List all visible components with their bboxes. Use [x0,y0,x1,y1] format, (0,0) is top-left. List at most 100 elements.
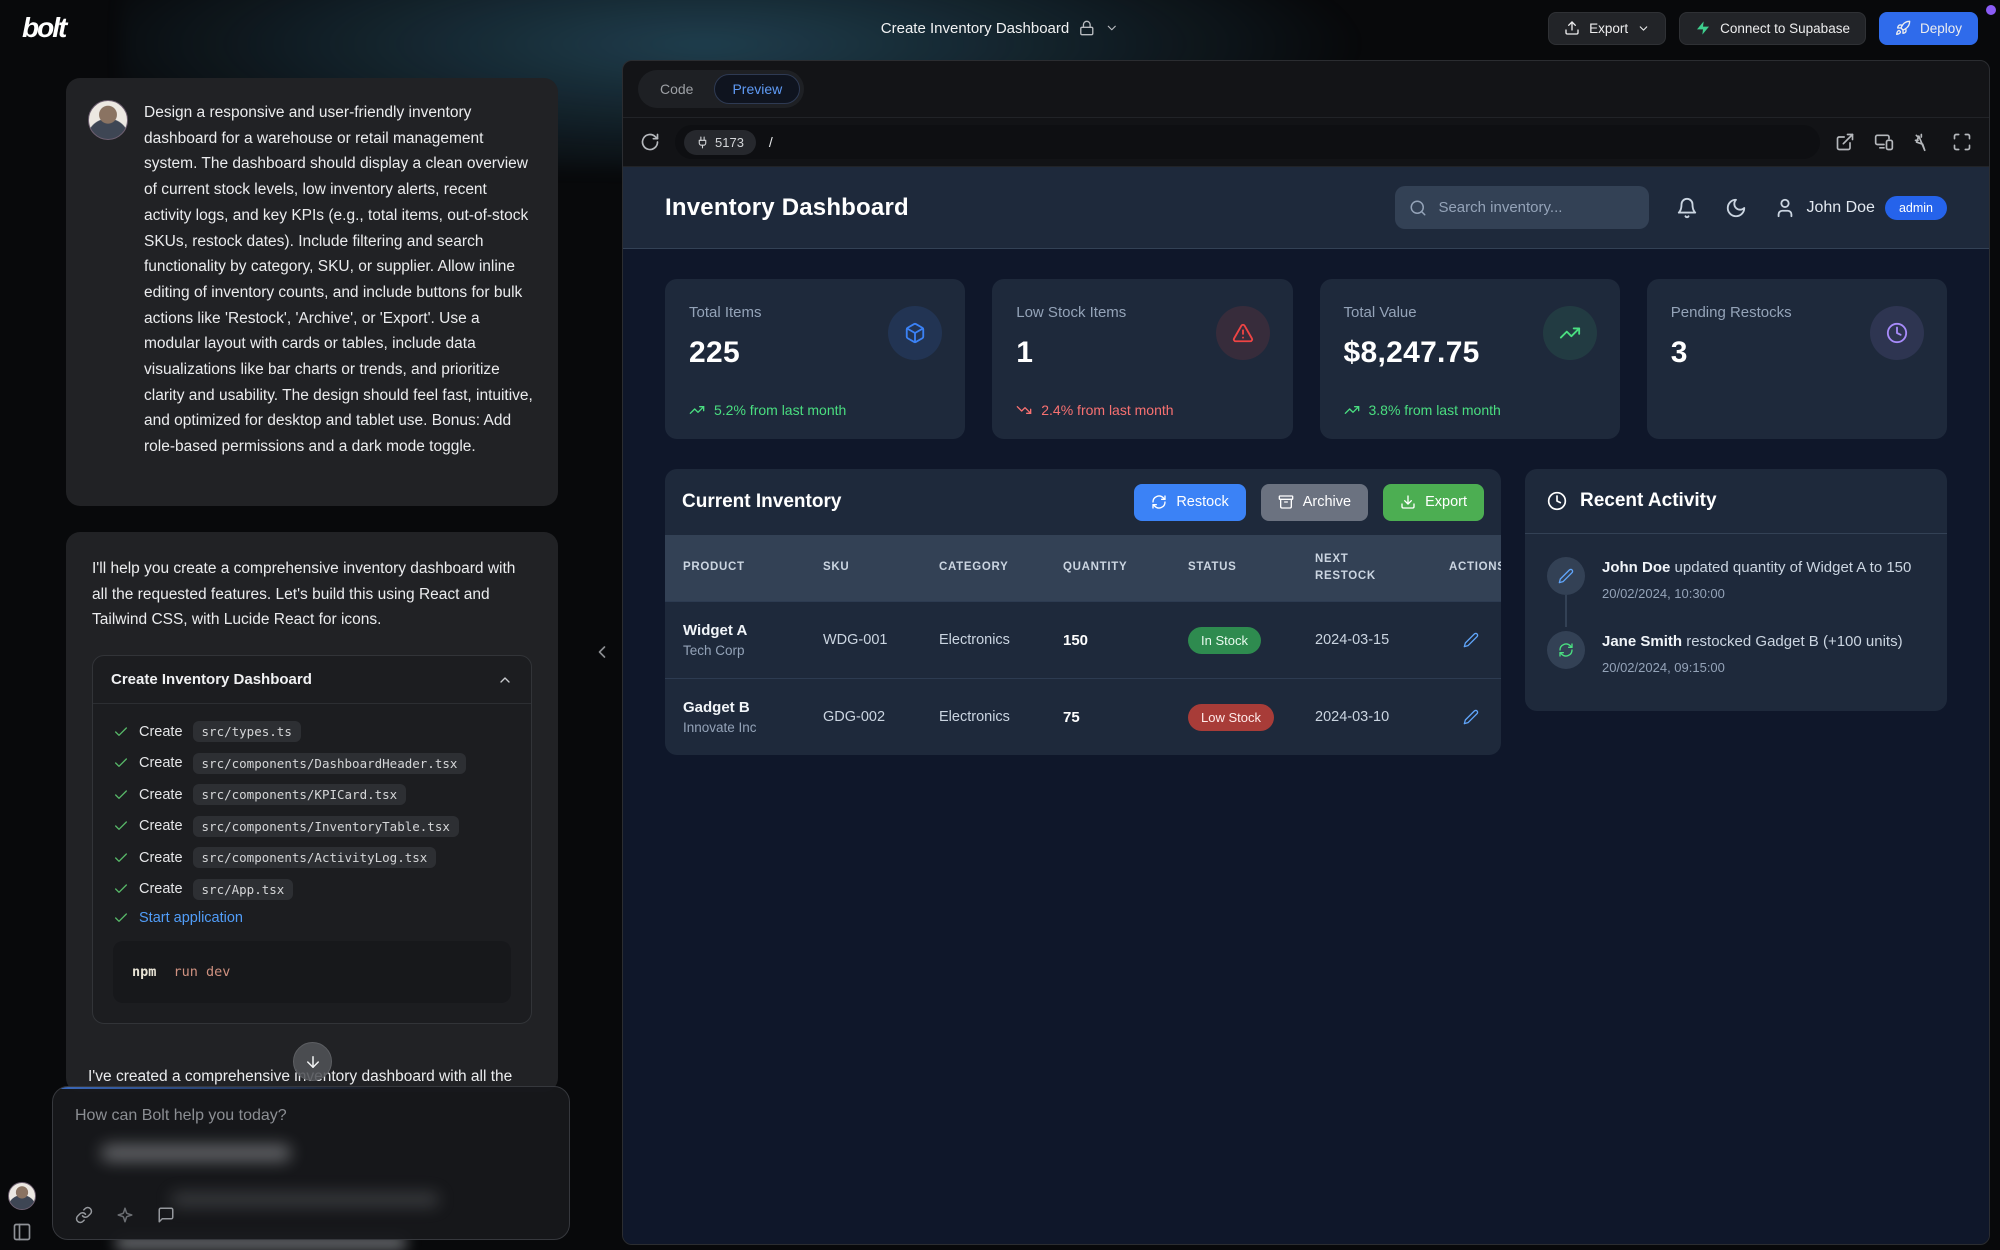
kpi-trend: 2.4% from last month [1016,402,1173,418]
responsive-devices-icon[interactable] [1874,132,1894,152]
table-row[interactable]: Widget A Tech Corp WDG-001 Electronics 1… [665,601,1501,678]
deploy-button[interactable]: Deploy [1879,12,1978,45]
file-row: Create src/components/KPICard.tsx [113,784,511,805]
file-path[interactable]: src/types.ts [193,721,301,742]
notification-dot [1986,5,1996,15]
sidebar-toggle-icon[interactable] [12,1222,32,1242]
account-avatar[interactable] [8,1182,36,1210]
edit-row-button[interactable] [1463,632,1483,648]
file-path[interactable]: src/components/KPICard.tsx [193,784,407,805]
chat-bubble-icon[interactable] [157,1206,175,1224]
edit-row-button[interactable] [1463,709,1483,725]
inventory-card-header: Current Inventory Restock Archive [665,469,1501,535]
chevron-down-icon [1637,22,1650,35]
user-message-text: Design a responsive and user-friendly in… [144,100,536,484]
open-in-new-tab-icon[interactable] [1835,132,1855,152]
scroll-to-bottom-button[interactable] [293,1042,332,1081]
arrow-down-icon [304,1053,322,1071]
view-tabs: Code Preview [623,61,1989,118]
bulk-actions: Restock Archive Export [1134,484,1484,521]
check-icon [113,818,129,834]
topbar: bolt Create Inventory Dashboard Export C… [0,0,2000,56]
task-card-title: Create Inventory Dashboard [111,671,312,688]
link-icon[interactable] [75,1206,93,1224]
terminal-command: npm run dev [113,941,511,1003]
clock-icon [1547,491,1567,511]
workbench: Code Preview 5173 / [622,60,1990,1245]
kpi-trend: 3.8% from last month [1344,402,1501,418]
search-icon [1409,199,1427,217]
archive-icon [1278,494,1294,510]
file-path[interactable]: src/components/InventoryTable.tsx [193,816,459,837]
role-badge: admin [1885,196,1947,220]
status-badge: In Stock [1188,627,1261,654]
chevron-up-icon[interactable] [497,672,513,688]
supabase-bolt-icon [1695,20,1711,36]
file-path[interactable]: src/components/DashboardHeader.tsx [193,753,467,774]
project-title-group[interactable]: Create Inventory Dashboard [881,20,1119,37]
rocket-icon [1895,20,1911,36]
plug-icon [696,136,709,149]
code-preview-toggle: Code Preview [638,70,804,108]
check-icon [113,787,129,803]
kpi-card-total-items: Total Items 225 5.2% from last month [665,279,965,439]
download-icon [1400,494,1416,510]
chevron-down-icon[interactable] [1105,21,1119,35]
activity-header: Recent Activity [1525,469,1947,534]
list-item: Jane Smith restocked Gadget B (+100 unit… [1547,631,1925,675]
start-application-link[interactable]: Start application [139,910,243,926]
url-input[interactable]: 5173 / [675,125,1820,159]
inspect-pointer-icon[interactable] [1913,132,1933,152]
pencil-icon [1547,557,1585,595]
user-menu[interactable]: John Doe admin [1774,196,1947,220]
user-name: John Doe [1806,199,1875,217]
package-icon [888,306,942,360]
fullscreen-icon[interactable] [1952,132,1972,152]
check-icon [113,881,129,897]
search-input[interactable] [1438,199,1635,216]
export-button[interactable]: Export [1548,12,1666,45]
dashboard-main-row: Current Inventory Restock Archive [665,469,1947,755]
blurred-content [101,1145,291,1161]
refresh-icon [1151,494,1167,510]
tab-preview[interactable]: Preview [714,74,800,104]
kpi-cards: Total Items 225 5.2% from last month Low… [665,279,1947,439]
dashboard-header: Inventory Dashboard John Doe admin [623,167,1989,249]
bell-icon[interactable] [1676,197,1698,219]
task-card-header[interactable]: Create Inventory Dashboard [93,656,531,704]
app: bolt Create Inventory Dashboard Export C… [0,0,2000,1250]
url-path: / [769,134,773,150]
reload-icon[interactable] [640,132,660,152]
connect-supabase-button[interactable]: Connect to Supabase [1679,12,1866,45]
recent-activity-card: Recent Activity John Doe updated quantit… [1525,469,1947,711]
check-icon [113,755,129,771]
file-row: Create src/App.tsx [113,879,511,900]
table-row[interactable]: Gadget B Innovate Inc GDG-002 Electronic… [665,678,1501,755]
dark-mode-toggle-icon[interactable] [1725,197,1747,219]
activity-list: John Doe updated quantity of Widget A to… [1525,534,1947,711]
restock-button[interactable]: Restock [1134,484,1245,521]
file-path[interactable]: src/App.tsx [193,879,294,900]
inventory-search[interactable] [1395,186,1649,229]
kpi-card-pending-restocks: Pending Restocks 3 [1647,279,1947,439]
trending-down-icon [1016,402,1032,418]
user-avatar [88,100,128,140]
preview-urlbar: 5173 / [623,118,1989,167]
check-icon [113,724,129,740]
task-card-body: Create src/types.ts Create src/component… [93,704,531,1023]
collapse-chat-handle[interactable] [592,642,612,662]
sparkles-icon[interactable] [116,1206,134,1224]
export-csv-button[interactable]: Export [1383,484,1484,521]
timestamp: 20/02/2024, 10:30:00 [1602,586,1911,601]
trending-up-icon [1543,306,1597,360]
port-pill[interactable]: 5173 [684,130,756,155]
tab-code[interactable]: Code [642,74,711,104]
upload-icon [1564,20,1580,36]
chat-input[interactable] [75,1107,547,1125]
file-path[interactable]: src/components/ActivityLog.tsx [193,847,437,868]
task-card: Create Inventory Dashboard Create src/ty… [92,655,532,1024]
refresh-icon [1547,631,1585,669]
clock-icon [1870,306,1924,360]
archive-button[interactable]: Archive [1261,484,1368,521]
file-row: Create src/components/InventoryTable.tsx [113,816,511,837]
